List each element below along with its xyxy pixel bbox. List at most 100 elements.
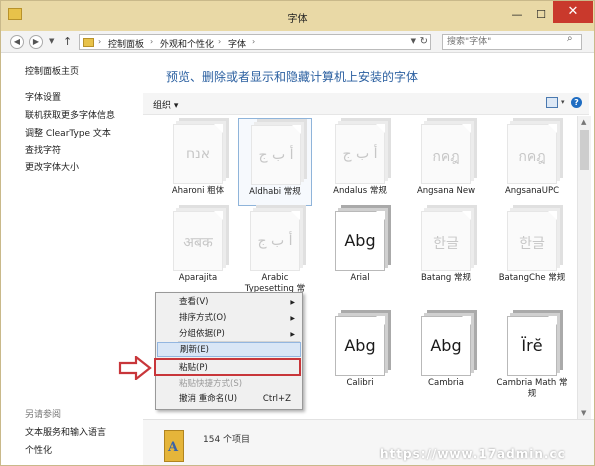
- minimize-button[interactable]: —: [508, 9, 526, 21]
- font-sample: Abg: [344, 231, 376, 250]
- font-name: Cambria Math 常规: [496, 378, 568, 399]
- font-tile[interactable]: กคฎ Angsana New: [409, 118, 483, 206]
- submenu-arrow-icon: ▶: [290, 331, 295, 338]
- command-bar: 组织 ▾ ▾ ?: [143, 93, 589, 115]
- annotation-highlight-box: [154, 358, 301, 376]
- address-bar[interactable]: › 控制面板 › 外观和个性化 › 字体 › ▼ ↻: [79, 34, 431, 50]
- font-tile[interactable]: अबक Aparajita: [161, 205, 235, 293]
- address-dropdown-icon[interactable]: ▼: [411, 37, 416, 45]
- breadcrumb-separator[interactable]: ›: [252, 37, 255, 46]
- sidebar-link-text-services[interactable]: 文本服务和输入语言: [25, 425, 106, 438]
- item-count: 154 个项目: [203, 435, 251, 445]
- fonts-window: 字体 — ☐ ✕ ◀ ▶ ▼ ↑ › 控制面板 › 外观和个性化 › 字体 › …: [0, 0, 595, 466]
- font-tile[interactable]: Ïrĕ Cambria Math 常规: [495, 310, 569, 399]
- font-file-icon: กคฎ: [507, 124, 557, 184]
- maximize-button[interactable]: ☐: [532, 9, 550, 21]
- sidebar-link-get-more-fonts[interactable]: 联机获取更多字体信息: [25, 108, 115, 121]
- breadcrumb-fonts[interactable]: 字体: [228, 37, 246, 50]
- fonts-folder-icon: A: [164, 430, 184, 462]
- breadcrumb-appearance[interactable]: 外观和个性化: [160, 37, 214, 50]
- sidebar-link-find-character[interactable]: 查找字符: [25, 143, 61, 156]
- font-tile[interactable]: กคฎ AngsanaUPC: [495, 118, 569, 206]
- menu-item-label: 撤消 重命名(U): [179, 394, 238, 404]
- font-name: Aharoni 粗体: [171, 186, 225, 196]
- font-file-icon: أ ب ج: [250, 211, 300, 271]
- font-sample: กคฎ: [432, 149, 460, 165]
- font-sample: Ïrĕ: [521, 336, 543, 355]
- font-sample: أ ب ج: [342, 146, 378, 162]
- menu-item-label: 排序方式(O): [179, 313, 227, 323]
- scrollbar-thumb[interactable]: [580, 130, 589, 170]
- submenu-arrow-icon: ▶: [290, 299, 295, 306]
- font-tile[interactable]: 한글 BatangChe 常规: [495, 205, 569, 293]
- search-icon[interactable]: ⌕: [567, 34, 577, 44]
- sidebar-link-control-panel-home[interactable]: 控制面板主页: [25, 64, 79, 77]
- sidebar-link-personalization[interactable]: 个性化: [25, 443, 52, 456]
- font-tile[interactable]: أ ب ج Aldhabi 常规: [238, 118, 312, 206]
- font-file-icon: أ ب ج: [251, 125, 301, 185]
- font-name: AngsanaUPC: [504, 186, 560, 196]
- font-tile[interactable]: Abg Arial: [323, 205, 397, 293]
- font-file-icon: 한글: [421, 211, 471, 271]
- organize-button[interactable]: 组织 ▾: [153, 98, 178, 111]
- vertical-scrollbar[interactable]: ▲ ▼: [577, 116, 591, 419]
- font-name: Angsana New: [416, 186, 476, 196]
- font-name: Calibri: [346, 378, 374, 388]
- font-file-icon: Ïrĕ: [507, 316, 557, 376]
- up-arrow-icon[interactable]: ↑: [63, 35, 72, 48]
- font-tile[interactable]: אנח Aharoni 粗体: [161, 118, 235, 206]
- context-menu-item[interactable]: 刷新(E): [157, 342, 301, 357]
- font-file-icon: 한글: [507, 211, 557, 271]
- font-file-icon: กคฎ: [421, 124, 471, 184]
- view-options-icon[interactable]: [546, 97, 558, 108]
- breadcrumb-control-panel[interactable]: 控制面板: [108, 37, 144, 50]
- breadcrumb-separator[interactable]: ›: [218, 37, 221, 46]
- breadcrumb-separator[interactable]: ›: [98, 37, 101, 46]
- view-dropdown-icon[interactable]: ▾: [561, 98, 565, 106]
- breadcrumb-separator[interactable]: ›: [150, 37, 153, 46]
- context-menu: 查看(V) ▶ 排序方式(O) ▶ 分组依据(P) ▶ 刷新(E) 粘贴(P) 粘贴快捷方式(S…: [155, 292, 303, 410]
- font-name: Aldhabi 常规: [249, 187, 301, 197]
- search-input[interactable]: [442, 34, 582, 50]
- forward-arrow-icon[interactable]: ▶: [29, 35, 43, 49]
- window-title: 字体: [287, 14, 308, 25]
- menu-item-label: 刷新(E): [180, 345, 210, 355]
- context-menu-item[interactable]: 排序方式(O) ▶: [157, 311, 301, 326]
- sidebar: 控制面板主页 字体设置 联机获取更多字体信息 调整 ClearType 文本 查…: [1, 54, 143, 465]
- control-panel-icon: [83, 38, 94, 47]
- title-bar[interactable]: 字体 — ☐ ✕: [1, 1, 594, 31]
- font-tile[interactable]: أ ب ج Arabic Typesetting 常: [238, 205, 312, 294]
- font-tile[interactable]: أ ب ج Andalus 常规: [323, 118, 397, 206]
- refresh-icon[interactable]: ↻: [420, 36, 428, 47]
- menu-item-label: 粘贴快捷方式(S): [179, 379, 243, 389]
- font-sample: 한글: [433, 236, 459, 252]
- font-sample: अबक: [183, 235, 213, 251]
- font-sample: กคฎ: [518, 149, 546, 165]
- font-sample: 한글: [519, 236, 545, 252]
- watermark: https://www.17admin.cc: [380, 447, 566, 461]
- context-menu-item[interactable]: 分组依据(P) ▶: [157, 327, 301, 342]
- scroll-down-icon[interactable]: ▼: [581, 409, 586, 417]
- context-menu-item[interactable]: 查看(V) ▶: [157, 295, 301, 310]
- annotation-arrow-icon: [118, 356, 152, 380]
- font-file-icon: Abg: [335, 316, 385, 376]
- recent-locations-dropdown-icon[interactable]: ▼: [49, 37, 54, 45]
- sidebar-link-font-settings[interactable]: 字体设置: [25, 90, 61, 103]
- sidebar-link-cleartype[interactable]: 调整 ClearType 文本: [25, 126, 111, 139]
- font-file-icon: אנח: [173, 124, 223, 184]
- sidebar-link-font-size[interactable]: 更改字体大小: [25, 160, 79, 173]
- font-tile[interactable]: 한글 Batang 常规: [409, 205, 483, 293]
- font-name: Aparajita: [178, 273, 218, 283]
- menu-separator: [178, 341, 300, 342]
- font-file-icon: Abg: [335, 211, 385, 271]
- context-menu-item[interactable]: 粘贴快捷方式(S): [157, 377, 301, 392]
- scroll-up-icon[interactable]: ▲: [581, 118, 586, 126]
- back-arrow-icon[interactable]: ◀: [10, 35, 24, 49]
- font-tile[interactable]: Abg Calibri: [323, 310, 397, 398]
- font-file-icon: Abg: [421, 316, 471, 376]
- close-button[interactable]: ✕: [553, 1, 593, 23]
- see-also-heading: 另请参阅: [25, 410, 62, 420]
- help-icon[interactable]: ?: [571, 97, 582, 108]
- font-tile[interactable]: Abg Cambria: [409, 310, 483, 398]
- context-menu-item[interactable]: 撤消 重命名(U) Ctrl+Z: [157, 392, 301, 407]
